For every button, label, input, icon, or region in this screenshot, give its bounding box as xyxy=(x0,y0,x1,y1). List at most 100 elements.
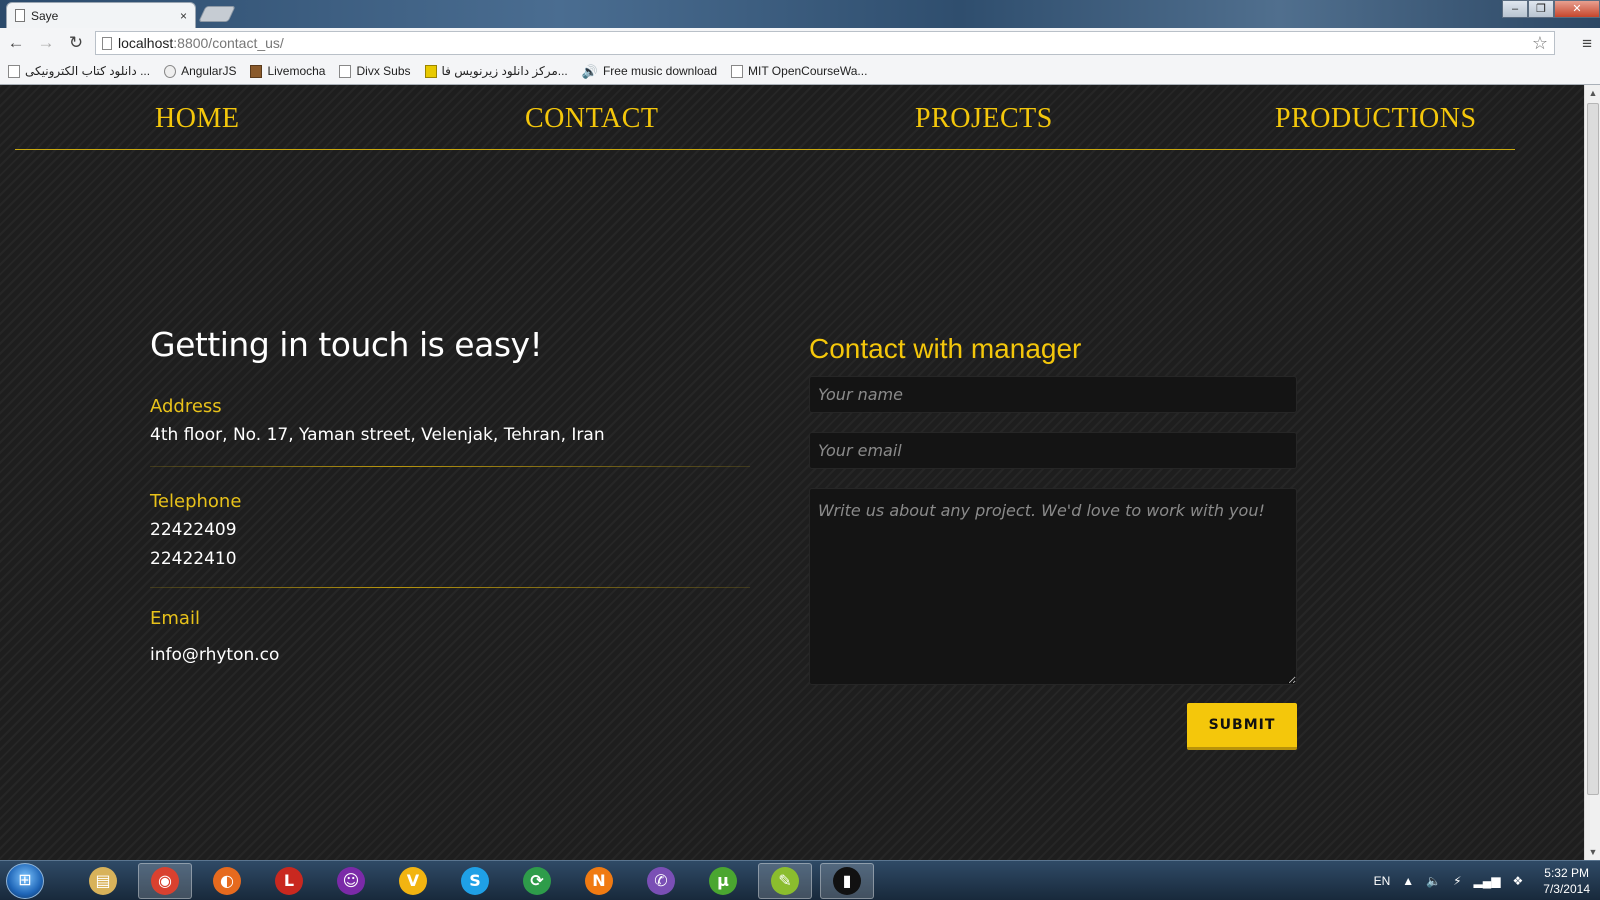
yahoo-messenger-icon: ☺ xyxy=(337,867,365,895)
start-button[interactable]: ⊞ xyxy=(6,863,44,899)
tab-close-icon[interactable]: × xyxy=(180,9,187,23)
taskbar-app-button[interactable]: N xyxy=(572,863,626,899)
taskbar-app-button[interactable]: ⟳ xyxy=(510,863,564,899)
forward-icon[interactable]: → xyxy=(36,33,56,53)
email-label: Email xyxy=(150,608,200,629)
taskbar-app-button[interactable]: ✆ xyxy=(634,863,688,899)
chrome-icon: ◉ xyxy=(151,867,179,895)
taskbar-apps: ▤ ◉ ◐ L ☺ V S ⟳ N ✆ µ ✎ ▮ xyxy=(76,863,874,899)
contact-heading: Getting in touch is easy! xyxy=(150,325,543,364)
bookmark-label: مرکز دانلود زیرنویس فا... xyxy=(441,64,568,78)
email-input[interactable] xyxy=(809,432,1297,469)
page-scrollbar[interactable]: ▲ ▼ xyxy=(1584,85,1600,860)
page-icon xyxy=(731,64,744,78)
taskbar-app-button[interactable]: L xyxy=(262,863,316,899)
viber-icon: ✆ xyxy=(647,867,675,895)
cmd-icon: ▮ xyxy=(833,867,861,895)
taskbar-app-button[interactable]: V xyxy=(386,863,440,899)
taskbar-app-button[interactable]: ▤ xyxy=(76,863,130,899)
bookmark-item[interactable]: مرکز دانلود زیرنویس فا... xyxy=(424,64,568,78)
reload-icon[interactable]: ↻ xyxy=(66,33,86,53)
firefox-icon: ◐ xyxy=(213,867,241,895)
taskbar-app-button[interactable]: ◉ xyxy=(138,863,192,899)
clock-time: 5:32 PM xyxy=(1544,866,1589,880)
bookmark-label: AngularJS xyxy=(181,64,237,78)
livemocha-icon xyxy=(250,64,263,78)
restore-button[interactable]: ❐ xyxy=(1528,0,1554,18)
taskbar-app-button[interactable]: ◐ xyxy=(200,863,254,899)
dropbox-icon[interactable]: ❖ xyxy=(1513,874,1524,888)
close-window-button[interactable]: ✕ xyxy=(1554,0,1600,18)
taskbar-app-button[interactable]: ✎ xyxy=(758,863,812,899)
nav-projects-link[interactable]: PROJECTS xyxy=(915,103,1053,135)
title-bar: Saye × – ❐ ✕ xyxy=(0,0,1600,28)
minimize-button[interactable]: – xyxy=(1502,0,1528,18)
web-page: HOME CONTACT PROJECTS PRODUCTIONS Gettin… xyxy=(0,85,1584,860)
nav-contact-link[interactable]: CONTACT xyxy=(525,103,658,135)
browser-toolbar: ← → ↻ localhost:8800/contact_us/ ☆ ≡ xyxy=(0,28,1600,58)
chrome-menu-icon[interactable]: ≡ xyxy=(1582,34,1592,54)
bookmark-label: Divx Subs xyxy=(356,64,411,78)
taskbar-app-button[interactable]: µ xyxy=(696,863,750,899)
taskbar-app-button[interactable]: ☺ xyxy=(324,863,378,899)
bookmark-star-icon[interactable]: ☆ xyxy=(1532,33,1548,54)
address-bar[interactable]: localhost:8800/contact_us/ ☆ xyxy=(95,31,1555,55)
skype-icon: S xyxy=(461,867,489,895)
bookmark-item[interactable]: AngularJS xyxy=(164,64,236,78)
url-text[interactable]: localhost:8800/contact_us/ xyxy=(118,35,1526,51)
contact-form: Contact with manager SUBMIT xyxy=(809,333,1297,750)
page-icon xyxy=(15,9,25,22)
volume-icon[interactable]: 🔈 xyxy=(1426,874,1441,888)
show-hidden-icons-icon[interactable]: ▲ xyxy=(1402,874,1414,888)
nav-home-link[interactable]: HOME xyxy=(155,103,239,135)
address-label: Address xyxy=(150,396,222,417)
explorer-icon: ▤ xyxy=(89,867,117,895)
bookmark-label: Livemocha xyxy=(267,64,326,78)
bookmark-label: MIT OpenCourseWa... xyxy=(748,64,868,78)
email-value[interactable]: info@rhyton.co xyxy=(150,641,750,670)
v-app-icon: V xyxy=(399,867,427,895)
message-textarea[interactable] xyxy=(809,488,1297,685)
utorrent-icon: µ xyxy=(709,867,737,895)
scroll-thumb[interactable] xyxy=(1587,103,1599,795)
name-input[interactable] xyxy=(809,376,1297,413)
submit-button[interactable]: SUBMIT xyxy=(1187,703,1297,750)
scroll-up-arrow-icon[interactable]: ▲ xyxy=(1585,85,1600,101)
speaker-icon: 🔊 xyxy=(581,63,598,79)
network-icon[interactable]: ⚡ xyxy=(1453,874,1461,888)
window-controls: – ❐ ✕ xyxy=(1502,0,1600,18)
back-icon[interactable]: ← xyxy=(6,33,26,53)
address-value: 4th floor, No. 17, Yaman street, Velenja… xyxy=(150,425,605,445)
language-indicator[interactable]: EN xyxy=(1374,874,1391,888)
bookmark-item[interactable]: MIT OpenCourseWa... xyxy=(731,64,867,78)
network-app-icon: ⟳ xyxy=(523,867,551,895)
browser-chrome: Saye × – ❐ ✕ ← → ↻ localhost:8800/contac… xyxy=(0,0,1600,85)
windows-taskbar: ⊞ ▤ ◉ ◐ L ☺ V S ⟳ N ✆ µ ✎ ▮ EN ▲ 🔈 ⚡ ▂▄▆ ❖ 5:32 PM 7… xyxy=(0,860,1600,900)
ldoce-icon: L xyxy=(275,867,303,895)
new-tab-button[interactable] xyxy=(198,6,236,22)
clock[interactable]: 5:32 PM 7/3/2014 xyxy=(1543,865,1590,897)
page-icon xyxy=(339,64,352,78)
url-path: :8800/contact_us/ xyxy=(173,35,284,51)
system-tray: EN ▲ 🔈 ⚡ ▂▄▆ ❖ 5:32 PM 7/3/2014 xyxy=(1374,861,1600,900)
editor-icon: ✎ xyxy=(771,867,799,895)
bookmark-item[interactable]: Divx Subs xyxy=(339,64,411,78)
scroll-down-arrow-icon[interactable]: ▼ xyxy=(1585,844,1600,860)
bookmark-item[interactable]: Livemocha xyxy=(250,64,325,78)
taskbar-app-button[interactable]: ▮ xyxy=(820,863,874,899)
signal-icon[interactable]: ▂▄▆ xyxy=(1474,874,1501,888)
page-icon xyxy=(8,64,20,78)
nav-productions-link[interactable]: PRODUCTIONS xyxy=(1275,103,1477,135)
bookmark-label: دانلود کتاب الکترونیکی ... xyxy=(25,64,151,78)
bookmark-item[interactable]: 🔊 Free music download xyxy=(582,64,717,78)
contact-info: Getting in touch is easy! Address 4th fl… xyxy=(150,325,750,670)
bookmark-label: Free music download xyxy=(602,64,718,78)
url-host: localhost xyxy=(118,35,174,51)
bookmarks-bar: دانلود کتاب الکترونیکی ... AngularJS Liv… xyxy=(0,58,1600,85)
bookmark-item[interactable]: دانلود کتاب الکترونیکی ... xyxy=(8,64,150,78)
taskbar-app-button[interactable]: S xyxy=(448,863,502,899)
telephone-value-1: 22422409 xyxy=(150,520,237,540)
page-icon xyxy=(102,36,112,50)
browser-tab[interactable]: Saye × xyxy=(6,2,196,28)
angularjs-icon xyxy=(164,64,177,78)
